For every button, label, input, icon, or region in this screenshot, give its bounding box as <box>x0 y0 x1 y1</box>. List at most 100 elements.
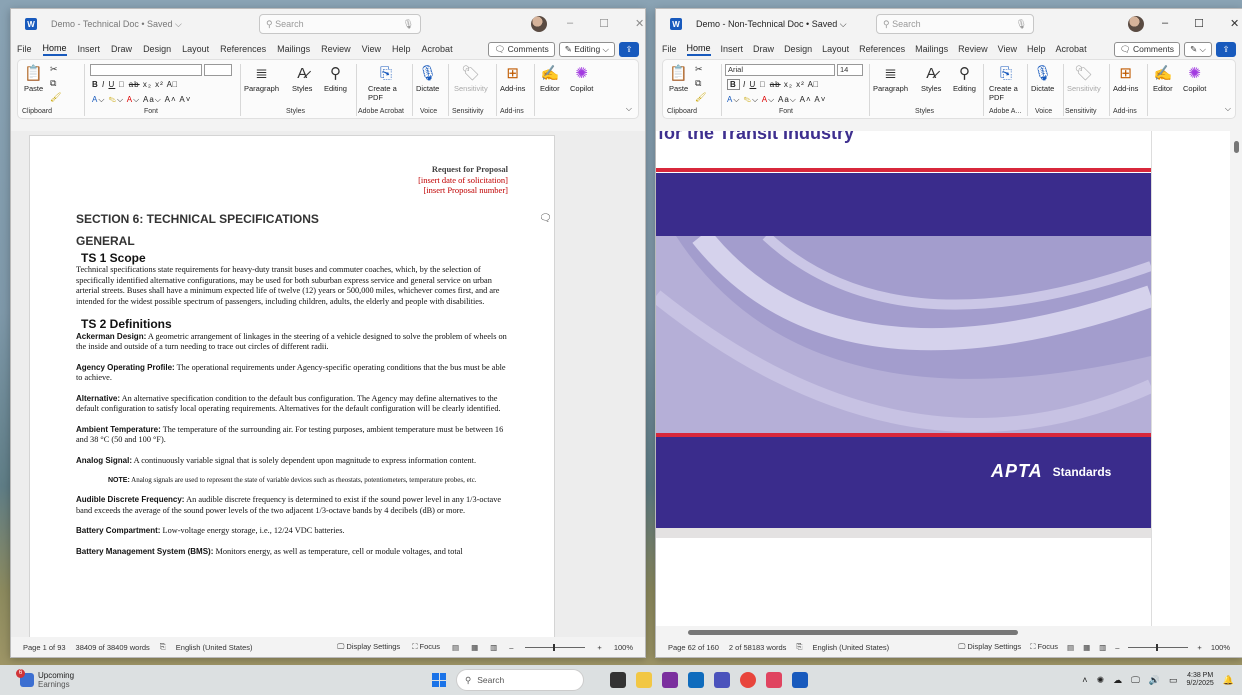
minimize-button[interactable]: – <box>567 17 573 30</box>
tab-design[interactable]: Design <box>143 44 171 54</box>
zoom-in-button[interactable]: + <box>1197 643 1201 652</box>
scroll-thumb[interactable] <box>688 630 1018 635</box>
format-painter-icon[interactable]: 🖌 <box>50 92 61 103</box>
document-canvas[interactable]: Request for Proposal [insert date of sol… <box>11 131 645 639</box>
clock[interactable]: 4:38 PM 9/2/2025 <box>1187 672 1214 688</box>
word-window-non-technical[interactable]: W Demo - Non-Technical Doc • Saved ⌵ ⚲ S… <box>655 8 1242 658</box>
taskbar-search[interactable]: ⚲ Search <box>456 669 584 691</box>
sensitivity-button[interactable]: 🏷 Sensitivity <box>1067 64 1101 93</box>
paragraph-button[interactable]: ≣ Paragraph <box>244 64 279 93</box>
font-size-dropdown[interactable]: 14 <box>837 64 863 76</box>
read-mode-icon[interactable]: ▤ <box>452 643 459 652</box>
tab-acrobat[interactable]: Acrobat <box>422 44 453 54</box>
tab-view[interactable]: View <box>998 44 1017 54</box>
language-label[interactable]: English (United States) <box>812 643 889 652</box>
print-layout-icon[interactable]: ▦ <box>1083 643 1090 652</box>
title-bar[interactable]: W Demo - Non-Technical Doc • Saved ⌵ ⚲ S… <box>656 9 1242 39</box>
tab-draw[interactable]: Draw <box>111 44 132 54</box>
word-count[interactable]: 2 of 58183 words <box>729 643 787 652</box>
format-painter-icon[interactable]: 🖌 <box>695 92 706 103</box>
zoom-in-button[interactable]: + <box>597 643 601 652</box>
ribbon-expand-icon[interactable]: ⌵ <box>626 104 632 114</box>
scroll-thumb[interactable] <box>1234 141 1239 153</box>
vertical-scrollbar[interactable] <box>1230 131 1242 626</box>
search-box[interactable]: ⚲ Search 🎙 <box>876 14 1034 34</box>
language-label[interactable]: English (United States) <box>176 643 253 652</box>
search-box[interactable]: ⚲ Search 🎙 <box>259 14 421 34</box>
font-size-dropdown[interactable] <box>204 64 232 76</box>
paste-button[interactable]: 📋 Paste <box>669 64 688 93</box>
copilot-button[interactable]: ✺ Copilot <box>570 64 593 93</box>
share-button[interactable]: ⇪ <box>619 41 639 57</box>
paragraph-button[interactable]: ≣ Paragraph <box>873 64 908 93</box>
tab-help[interactable]: Help <box>392 44 411 54</box>
tab-draw[interactable]: Draw <box>753 44 774 54</box>
share-button[interactable]: ⇪ <box>1216 41 1236 57</box>
web-layout-icon[interactable]: ▥ <box>1099 643 1106 652</box>
copilot-button[interactable]: ✺ Copilot <box>1183 64 1206 93</box>
close-button[interactable]: ✕ <box>635 17 644 30</box>
outlook-icon[interactable] <box>688 672 704 688</box>
zoom-out-button[interactable]: – <box>509 643 513 652</box>
document-title[interactable]: Demo - Non-Technical Doc • Saved ⌵ <box>696 19 847 30</box>
web-layout-icon[interactable]: ▥ <box>490 643 497 652</box>
maximize-button[interactable]: ☐ <box>1194 17 1204 30</box>
onedrive-icon[interactable]: ☁ <box>1113 675 1122 686</box>
comments-button[interactable]: 🗨 Comments <box>488 41 555 57</box>
focus-button[interactable]: ⛶ Focus <box>412 642 440 652</box>
display-settings-button[interactable]: 🖵 Display Settings <box>958 642 1021 652</box>
chrome-icon[interactable] <box>740 672 756 688</box>
onenote-icon[interactable] <box>662 672 678 688</box>
network-icon[interactable]: 🖵 <box>1131 675 1140 686</box>
tab-design[interactable]: Design <box>784 44 812 54</box>
document-title[interactable]: Demo - Technical Doc • Saved ⌵ <box>51 19 182 30</box>
zoom-level[interactable]: 100% <box>1211 643 1230 652</box>
widgets-button[interactable]: UpcomingEarnings <box>16 669 74 689</box>
tab-insert[interactable]: Insert <box>721 44 744 54</box>
print-layout-icon[interactable]: ▦ <box>471 643 478 652</box>
file-explorer-icon[interactable] <box>636 672 652 688</box>
app-icon[interactable] <box>766 672 782 688</box>
color-buttons-row[interactable]: A⌵ ✎⌵ A⌵ Aa⌵ A˄ A˅ <box>92 95 191 105</box>
editor-button[interactable]: ✍ Editor <box>540 64 560 93</box>
tab-references[interactable]: References <box>220 44 266 54</box>
addins-button[interactable]: ⊞ Add-ins <box>500 64 525 93</box>
maximize-button[interactable]: ☐ <box>599 17 609 30</box>
tab-review[interactable]: Review <box>321 44 351 54</box>
create-pdf-button[interactable]: ⎘ Create a PDF <box>989 64 1023 102</box>
zoom-slider[interactable] <box>1128 643 1189 651</box>
tab-file[interactable]: File <box>662 44 677 54</box>
page-count[interactable]: Page 62 of 160 <box>668 643 719 652</box>
tab-review[interactable]: Review <box>958 44 988 54</box>
copilot-tray-icon[interactable]: ✺ <box>1097 675 1105 686</box>
start-button[interactable] <box>432 673 446 687</box>
addins-button[interactable]: ⊞ Add-ins <box>1113 64 1138 93</box>
copy-icon[interactable]: ⧉ <box>695 78 701 89</box>
editing-mode-button[interactable]: ✎ ⌵ <box>1184 41 1212 57</box>
zoom-slider[interactable] <box>525 643 586 651</box>
tab-view[interactable]: View <box>362 44 381 54</box>
tab-layout[interactable]: Layout <box>822 44 849 54</box>
task-view-icon[interactable] <box>610 672 626 688</box>
tab-acrobat[interactable]: Acrobat <box>1056 44 1087 54</box>
teams-icon[interactable] <box>714 672 730 688</box>
close-button[interactable]: ✕ <box>1230 17 1239 30</box>
font-name-dropdown[interactable] <box>90 64 202 76</box>
proofing-icon[interactable]: ⎘ <box>160 642 166 652</box>
tab-insert[interactable]: Insert <box>78 44 101 54</box>
tab-file[interactable]: File <box>17 44 32 54</box>
avatar[interactable] <box>1128 16 1144 32</box>
editing-button[interactable]: ⚲ Editing <box>953 64 976 93</box>
microphone-icon[interactable]: 🎙 <box>403 19 414 30</box>
document-page[interactable]: Request for Proposal [insert date of sol… <box>29 135 555 639</box>
tab-home[interactable]: Home <box>686 43 711 56</box>
editor-button[interactable]: ✍ Editor <box>1153 64 1173 93</box>
microphone-icon[interactable]: 🎙 <box>1016 19 1027 30</box>
format-buttons-row[interactable]: B I U ⌵ ab x₂ x² A⃝ <box>727 79 820 90</box>
zoom-level[interactable]: 100% <box>614 643 633 652</box>
tab-layout[interactable]: Layout <box>182 44 209 54</box>
dictate-button[interactable]: 🎙 Dictate <box>416 64 439 93</box>
word-taskbar-icon[interactable] <box>792 672 808 688</box>
word-window-technical[interactable]: W Demo - Technical Doc • Saved ⌵ ⚲ Searc… <box>10 8 646 658</box>
tab-references[interactable]: References <box>859 44 905 54</box>
